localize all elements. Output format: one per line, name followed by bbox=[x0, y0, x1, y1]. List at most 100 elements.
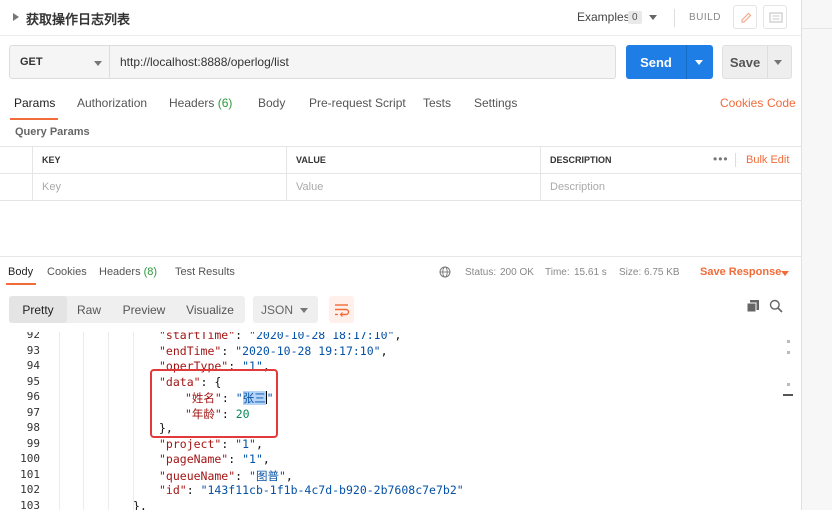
scrollbar-markers[interactable] bbox=[783, 336, 793, 416]
method-select[interactable]: GET bbox=[10, 46, 110, 78]
divider bbox=[674, 9, 675, 27]
table-header-row: KEY VALUE DESCRIPTION ••• Bulk Edit bbox=[0, 147, 801, 174]
chevron-down-icon bbox=[300, 308, 308, 313]
line-number: 101 bbox=[20, 467, 40, 481]
build-button[interactable]: BUILD bbox=[689, 12, 721, 23]
column-header-value: VALUE bbox=[286, 147, 540, 173]
examples-dropdown[interactable]: Examples bbox=[577, 10, 630, 24]
save-button[interactable]: Save bbox=[722, 45, 792, 79]
visualize-button[interactable]: Visualize bbox=[179, 296, 241, 323]
code-link[interactable]: Code bbox=[767, 96, 796, 110]
tab-authorization[interactable]: Authorization bbox=[77, 96, 147, 110]
response-tab-headers[interactable]: Headers (8) bbox=[99, 266, 157, 278]
pencil-icon bbox=[741, 12, 752, 23]
raw-button[interactable]: Raw bbox=[67, 296, 111, 323]
json-key: "queueName" bbox=[159, 468, 236, 483]
json-string-value: 143f11cb-1f1b-4c7d-b920-2b7608c7e7b2 bbox=[207, 483, 457, 497]
language-value: JSON bbox=[261, 303, 294, 317]
active-tab-indicator bbox=[10, 118, 58, 120]
description-input[interactable]: Description bbox=[540, 174, 801, 200]
status-value[interactable]: 200 OK bbox=[500, 267, 534, 278]
tab-settings[interactable]: Settings bbox=[474, 96, 517, 110]
line-number: 99 bbox=[26, 436, 40, 450]
description-column-label: DESCRIPTION bbox=[550, 155, 612, 165]
wrap-lines-button[interactable] bbox=[329, 296, 354, 323]
chevron-down-icon[interactable] bbox=[781, 271, 789, 276]
scroll-marker bbox=[787, 383, 790, 386]
json-key: "pageName" bbox=[159, 452, 229, 466]
row-checkbox-column bbox=[0, 174, 32, 200]
tab-prerequest-script[interactable]: Pre-request Script bbox=[309, 96, 406, 110]
comments-button[interactable] bbox=[763, 5, 787, 29]
description-placeholder: Description bbox=[550, 181, 606, 193]
cookies-link[interactable]: Cookies bbox=[720, 96, 763, 110]
bulk-edit-link[interactable]: Bulk Edit bbox=[746, 154, 789, 166]
json-string-value: 1 bbox=[249, 452, 256, 466]
copy-icon[interactable] bbox=[746, 299, 760, 313]
request-title-bar: 获取操作日志列表 Examples 0 BUILD bbox=[0, 0, 801, 36]
scroll-thumb[interactable] bbox=[783, 394, 793, 396]
key-input[interactable]: Key bbox=[32, 174, 286, 200]
json-key: "endTime" bbox=[159, 343, 222, 358]
url-input[interactable]: http://localhost:8888/operlog/list bbox=[120, 55, 289, 69]
tab-tests[interactable]: Tests bbox=[423, 96, 451, 110]
postman-window: 获取操作日志列表 Examples 0 BUILD GET http://loc… bbox=[0, 0, 802, 510]
response-headers-count: (8) bbox=[143, 266, 158, 278]
save-response-button[interactable]: Save Response bbox=[700, 266, 781, 278]
size-value[interactable]: 6.75 KB bbox=[644, 267, 680, 278]
value-input[interactable]: Value bbox=[286, 174, 540, 200]
quote: " bbox=[200, 483, 208, 497]
json-key: "id" bbox=[159, 483, 187, 497]
save-label: Save bbox=[729, 55, 761, 70]
response-body-toolbar: Pretty Raw Preview Visualize JSON bbox=[0, 292, 801, 328]
code-line: "startTime": "2020-10-28 18:17:10", bbox=[159, 332, 401, 342]
indent-guide bbox=[59, 332, 60, 510]
value-placeholder: Value bbox=[296, 181, 324, 193]
comma: , bbox=[285, 468, 293, 483]
edit-button[interactable] bbox=[733, 5, 757, 29]
preview-button[interactable]: Preview bbox=[114, 296, 174, 323]
colon: : bbox=[235, 468, 250, 483]
chevron-down-icon[interactable] bbox=[649, 15, 657, 20]
scroll-marker bbox=[787, 340, 790, 343]
pretty-button[interactable]: Pretty bbox=[9, 296, 67, 323]
time-label: Time: bbox=[545, 267, 570, 278]
colon: : bbox=[186, 483, 201, 497]
chevron-down-icon bbox=[94, 61, 102, 66]
request-title[interactable]: 获取操作日志列表 bbox=[26, 9, 130, 28]
language-select[interactable]: JSON bbox=[253, 296, 318, 323]
red-annotation-box bbox=[150, 369, 278, 438]
line-number: 97 bbox=[26, 405, 40, 419]
comma: , bbox=[255, 436, 263, 451]
response-tab-test-results[interactable]: Test Results bbox=[175, 266, 235, 278]
key-column-label: KEY bbox=[42, 155, 61, 165]
more-options-icon[interactable]: ••• bbox=[713, 152, 729, 166]
value-column-label: VALUE bbox=[296, 155, 326, 165]
json-string-value: 图普 bbox=[255, 468, 279, 483]
line-number-gutter: 92 93 94 95 96 97 98 99 100 101 102 103 bbox=[0, 332, 44, 510]
chevron-down-icon[interactable] bbox=[774, 60, 782, 65]
collapse-arrow-icon[interactable] bbox=[13, 13, 19, 21]
tab-headers[interactable]: Headers (6) bbox=[169, 96, 232, 110]
line-number: 92 bbox=[26, 332, 40, 341]
wrap-lines-icon bbox=[335, 304, 350, 317]
response-body-editor[interactable]: 92 93 94 95 96 97 98 99 100 101 102 103 "startTime"… bbox=[0, 332, 790, 510]
colon: : bbox=[235, 332, 250, 342]
response-tab-cookies[interactable]: Cookies bbox=[47, 266, 87, 278]
quote: " bbox=[255, 452, 263, 466]
send-button[interactable]: Send bbox=[626, 45, 713, 79]
tab-body[interactable]: Body bbox=[258, 96, 285, 110]
response-tab-body[interactable]: Body bbox=[8, 266, 33, 278]
code-line: }, bbox=[133, 499, 147, 510]
quote: " bbox=[249, 436, 256, 451]
chevron-down-icon[interactable] bbox=[695, 60, 703, 65]
tab-params[interactable]: Params bbox=[14, 96, 55, 110]
globe-icon[interactable] bbox=[439, 266, 451, 278]
search-icon[interactable] bbox=[769, 299, 783, 313]
json-key: "startTime" bbox=[159, 332, 236, 342]
query-params-title: Query Params bbox=[15, 126, 90, 138]
quote: " bbox=[242, 452, 250, 466]
colon: : bbox=[221, 343, 236, 358]
time-value[interactable]: 15.61 s bbox=[574, 267, 607, 278]
indent-guide bbox=[133, 332, 134, 510]
